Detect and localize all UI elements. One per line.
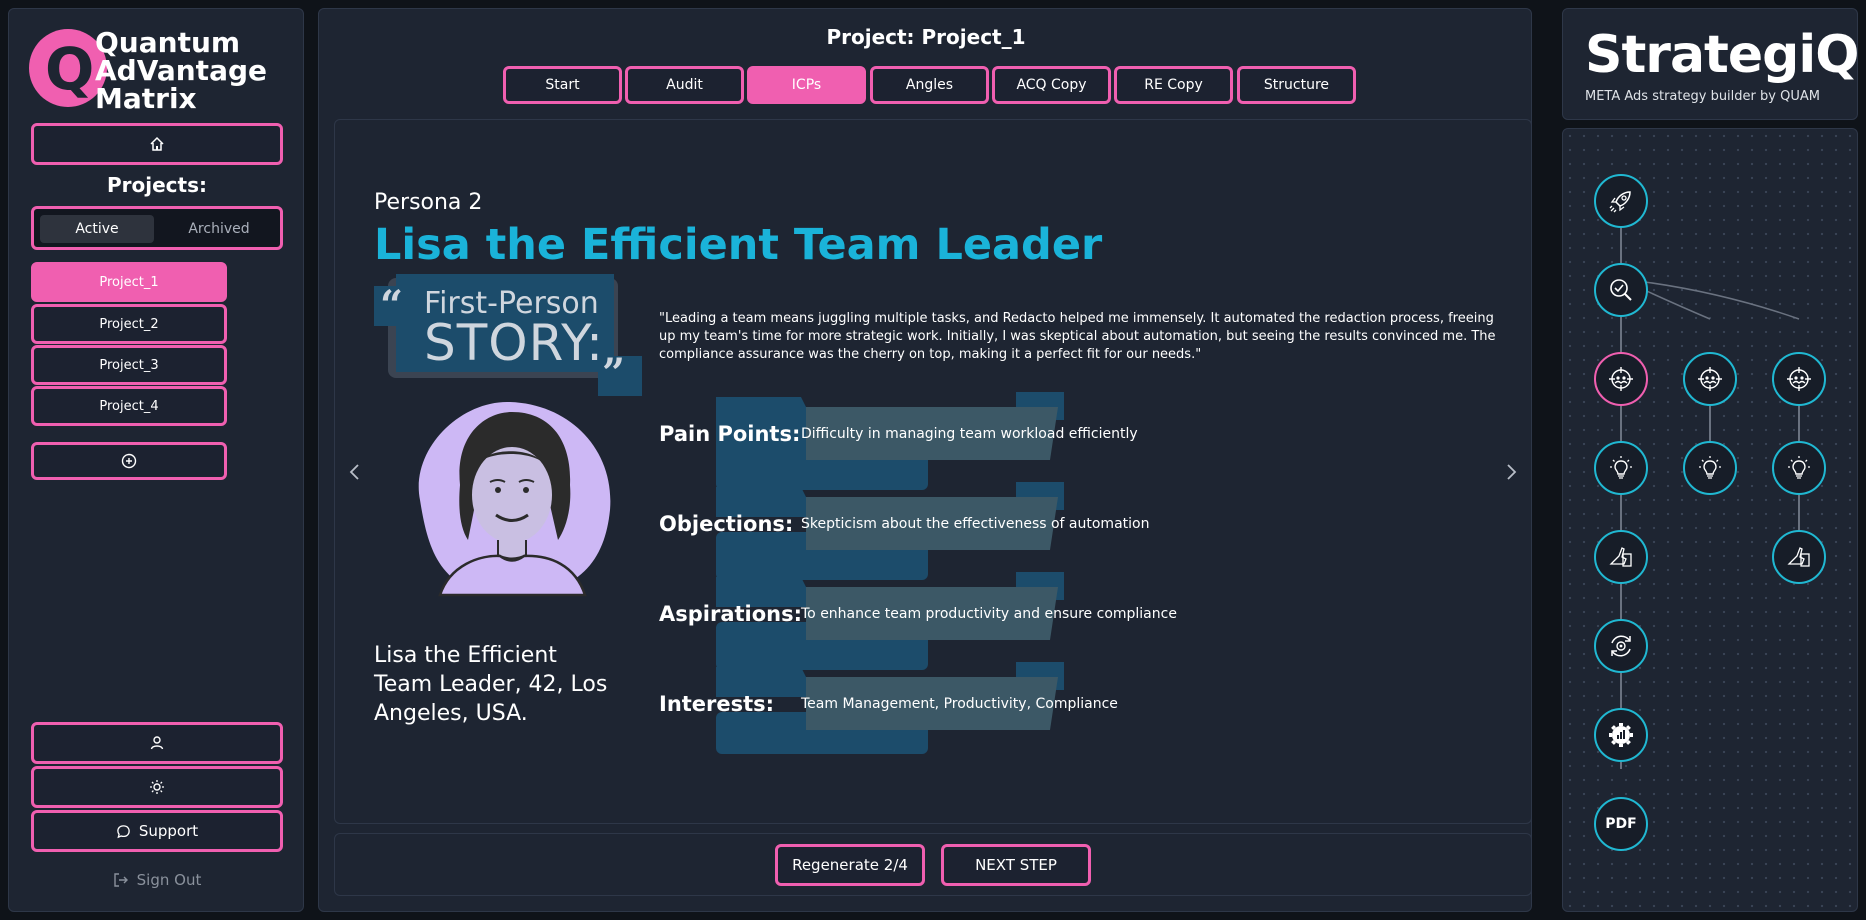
strategiq-header: StrategiQ META Ads strategy builder by Q…: [1562, 8, 1859, 120]
sun-icon: [150, 780, 164, 794]
target-audience-icon: [1609, 367, 1633, 391]
magnifier-check-icon: [1610, 279, 1632, 301]
flow-icp-node-2[interactable]: [1683, 352, 1737, 406]
hand-writing-icon: [1787, 547, 1810, 567]
project-item-1[interactable]: Project_1: [31, 262, 227, 302]
footer-bar: [334, 833, 1532, 896]
target-audience-icon: [1698, 367, 1722, 391]
flow-retarget-node[interactable]: [1594, 619, 1648, 673]
flow-branch-lines: [1620, 278, 1800, 320]
regenerate-button[interactable]: Regenerate 2/4: [775, 844, 925, 886]
project-status-toggle: Active Archived: [31, 206, 283, 250]
plus-circle-icon: [121, 453, 137, 469]
lightbulb-icon: [1610, 456, 1632, 479]
flow-copy-node-3[interactable]: [1772, 530, 1826, 584]
next-step-button[interactable]: NEXT STEP: [941, 844, 1091, 886]
objections-row: Objections: Skepticism about the effecti…: [659, 512, 1149, 536]
hand-writing-icon: [1609, 547, 1632, 567]
pdf-label: PDF: [1605, 816, 1637, 832]
flow-angle-node-3[interactable]: [1772, 441, 1826, 495]
sidebar: Q Quantum AdVantage Matrix Projects: Act…: [8, 8, 304, 912]
support-button[interactable]: Support: [31, 810, 283, 852]
chat-bubble-icon: [117, 824, 130, 838]
aspirations-value: To enhance team productivity and ensure …: [801, 606, 1177, 622]
sign-out-link[interactable]: Sign Out: [9, 871, 305, 889]
next-arrow-icon[interactable]: [1502, 462, 1520, 482]
flow-structure-node[interactable]: [1594, 708, 1648, 762]
cycle-target-icon: [1611, 635, 1631, 657]
flow-icp-node-1[interactable]: [1594, 352, 1648, 406]
flow-icp-node-3[interactable]: [1772, 352, 1826, 406]
user-icon: [150, 736, 164, 750]
prev-arrow-icon[interactable]: [346, 462, 364, 482]
pain-points-label: Pain Points:: [659, 422, 801, 446]
toggle-archived[interactable]: Archived: [162, 215, 276, 243]
project-item-2[interactable]: Project_2: [31, 304, 227, 344]
brand-line-1: Quantum: [95, 26, 241, 59]
flow-audit-node[interactable]: [1594, 263, 1648, 317]
rocket-icon: [1609, 191, 1631, 213]
brand-line-3: Matrix: [95, 82, 197, 115]
persona-number: Persona 2: [374, 190, 483, 215]
projects-heading: Projects:: [107, 173, 207, 197]
tab-icps[interactable]: ICPs: [747, 66, 866, 104]
page-title: Project: Project_1: [826, 25, 1026, 49]
aspirations-row: Aspirations: To enhance team productivit…: [659, 602, 1177, 626]
pain-points-row: Pain Points: Difficulty in managing team…: [659, 422, 1138, 446]
theme-toggle-button[interactable]: [31, 766, 283, 808]
brand-name: Quantum AdVantage Matrix: [95, 29, 267, 113]
story-quote-open-glyph: “: [380, 282, 404, 329]
tab-angles[interactable]: Angles: [870, 66, 989, 104]
lightbulb-icon: [1699, 456, 1721, 479]
profile-button[interactable]: [31, 722, 283, 764]
aspirations-label: Aspirations:: [659, 602, 803, 626]
tab-start[interactable]: Start: [503, 66, 622, 104]
persona-caption: Lisa the Efficient Team Leader, 42, Los …: [374, 643, 608, 726]
story-bottom-text: STORY:: [424, 314, 604, 372]
flow-pdf-node[interactable]: PDF: [1594, 797, 1648, 851]
sign-out-label: Sign Out: [136, 871, 202, 889]
flow-angle-node-1[interactable]: [1594, 441, 1648, 495]
flow-rocket-node[interactable]: [1594, 174, 1648, 228]
persona-avatar: [400, 390, 620, 600]
pain-points-value: Difficulty in managing team workload eff…: [801, 426, 1138, 442]
tab-structure[interactable]: Structure: [1237, 66, 1356, 104]
flow-copy-node-1[interactable]: [1594, 530, 1648, 584]
strategy-flow-panel: PDF: [1562, 128, 1858, 912]
tab-audit[interactable]: Audit: [625, 66, 744, 104]
objections-value: Skepticism about the effectiveness of au…: [801, 516, 1150, 532]
flow-angle-node-2[interactable]: [1683, 441, 1737, 495]
strategiq-logo: StrategiQ: [1585, 25, 1859, 85]
interests-value: Team Management, Productivity, Complianc…: [801, 696, 1118, 712]
sign-out-icon: [113, 873, 128, 887]
home-button[interactable]: [31, 123, 283, 165]
persona-name: Lisa the Efficient Team Leader: [374, 220, 1103, 270]
add-project-button[interactable]: [31, 442, 227, 480]
toggle-active[interactable]: Active: [40, 215, 154, 243]
target-audience-icon: [1787, 367, 1811, 391]
persona-quote: "Leading a team means juggling multiple …: [659, 311, 1496, 362]
lightbulb-icon: [1788, 456, 1810, 479]
objections-label: Objections:: [659, 512, 794, 536]
tab-re-copy[interactable]: RE Copy: [1114, 66, 1233, 104]
story-badge: “ First-Person STORY: ”: [374, 272, 644, 400]
support-label: Support: [138, 822, 199, 840]
brand-q-letter: Q: [45, 35, 95, 103]
project-item-4[interactable]: Project_4: [31, 386, 227, 426]
home-icon: [150, 136, 164, 151]
project-item-3[interactable]: Project_3: [31, 345, 227, 385]
interests-row: Interests: Team Management, Productivity…: [659, 692, 1118, 716]
strategiq-tagline: META Ads strategy builder by QUAM: [1585, 89, 1820, 104]
gear-chart-icon: [1609, 723, 1633, 747]
brand-line-2: AdVantage: [95, 54, 267, 87]
interests-label: Interests:: [659, 692, 775, 716]
tab-acq-copy[interactable]: ACQ Copy: [992, 66, 1111, 104]
